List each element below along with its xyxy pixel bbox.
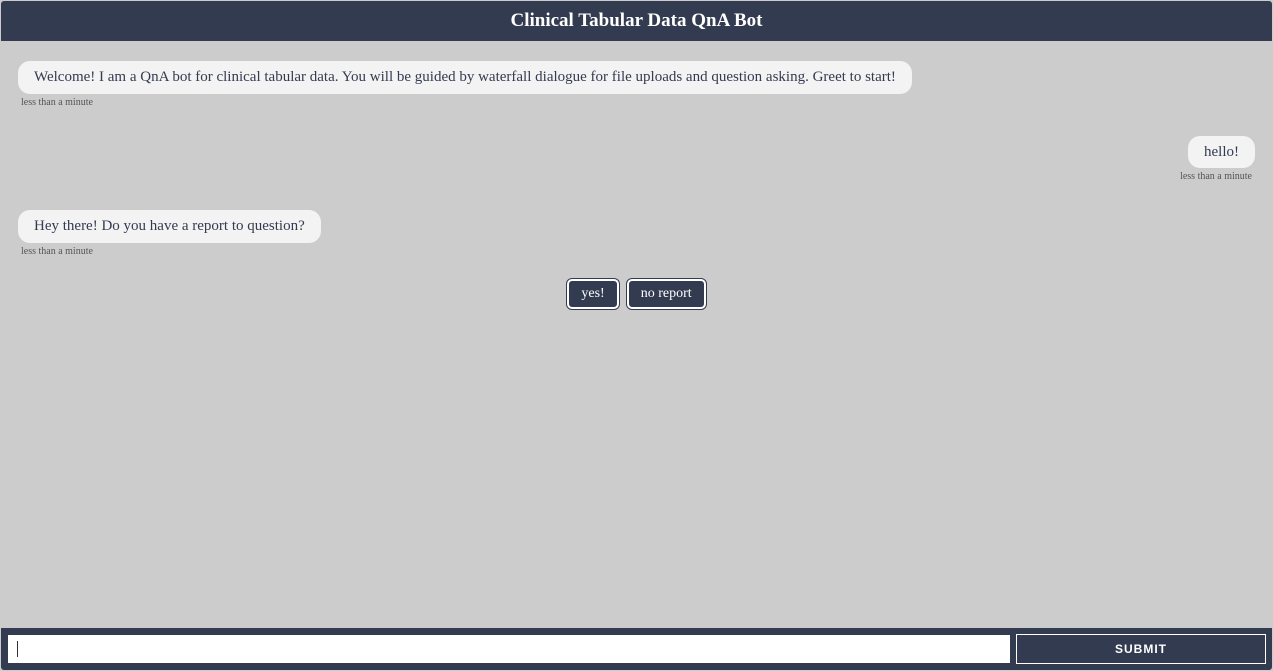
app-title: Clinical Tabular Data QnA Bot (511, 10, 763, 31)
text-cursor-icon (17, 641, 18, 657)
submit-button[interactable]: SUBMIT (1016, 634, 1266, 664)
chat-area: Welcome! I am a QnA bot for clinical tab… (0, 41, 1273, 628)
message-timestamp: less than a minute (1177, 171, 1255, 182)
choice-no-report-button[interactable]: no report (627, 279, 706, 309)
bot-message-bubble: Welcome! I am a QnA bot for clinical tab… (18, 61, 912, 94)
message-timestamp: less than a minute (18, 246, 96, 257)
user-message-block: hello! less than a minute (18, 136, 1255, 183)
bot-message-bubble: Hey there! Do you have a report to quest… (18, 210, 321, 243)
quick-reply-choices: yes! no report (18, 279, 1255, 309)
message-timestamp: less than a minute (18, 97, 96, 108)
input-footer: SUBMIT (1, 628, 1272, 670)
message-input[interactable] (7, 634, 1011, 664)
user-message-bubble: hello! (1188, 136, 1255, 169)
bot-message-block: Hey there! Do you have a report to quest… (18, 210, 1255, 257)
bot-message-block: Welcome! I am a QnA bot for clinical tab… (18, 61, 1255, 108)
app-header: Clinical Tabular Data QnA Bot (1, 1, 1272, 41)
choice-yes-button[interactable]: yes! (567, 279, 618, 309)
